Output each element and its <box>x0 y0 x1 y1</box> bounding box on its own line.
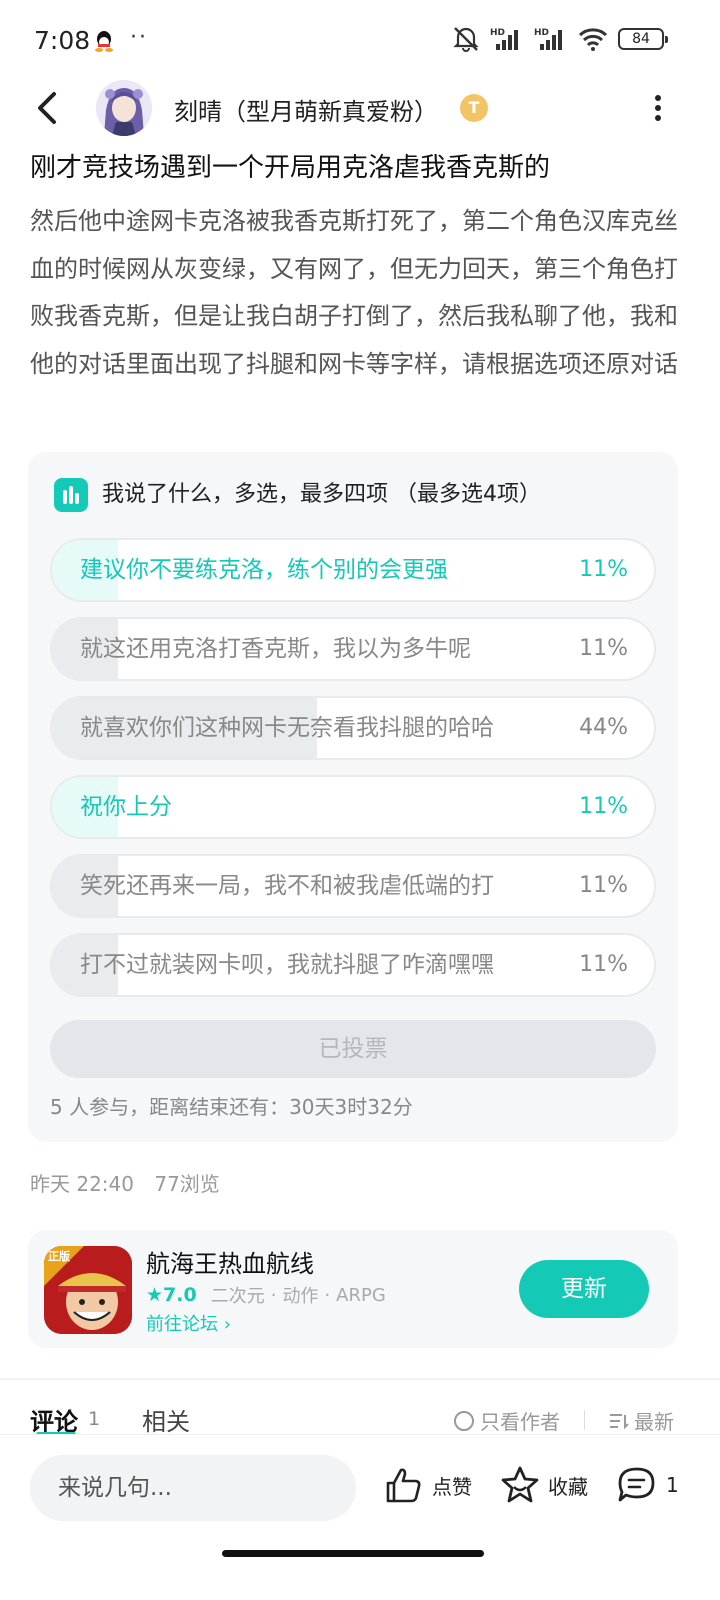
forum-link[interactable]: 前往论坛 › <box>146 1310 231 1336</box>
comment-icon <box>618 1467 655 1502</box>
like-button[interactable]: 点赞 <box>384 1465 472 1505</box>
comment-count-label: 1 <box>666 1473 679 1497</box>
app-tag: ARPG <box>336 1284 386 1306</box>
poll-option[interactable]: 打不过就装网卡呗，我就抖腿了咋滴嘿嘿 11% <box>50 933 656 997</box>
app-tag: 二次元 <box>210 1286 265 1307</box>
poll-option-label: 就这还用克洛打香克斯，我以为多牛呢 <box>80 636 471 662</box>
section-divider <box>0 1378 720 1380</box>
status-icons: HD HD 84 <box>452 26 668 52</box>
svg-text:HD: HD <box>490 28 505 38</box>
sort-icon <box>610 1413 629 1429</box>
author-avatar[interactable] <box>96 80 152 136</box>
poll-option-percent: 11% <box>579 794 628 819</box>
poll-option[interactable]: 就这还用克洛打香克斯，我以为多牛呢 11% <box>50 617 656 681</box>
poll-footer: 5 人参与，距离结束还有：30天3时32分 <box>50 1095 413 1119</box>
app-icon-image: 正版 <box>44 1246 132 1334</box>
poll-limit-note: （最多选4项） <box>395 482 542 507</box>
tag-separator: · <box>324 1284 331 1306</box>
poll-option[interactable]: 就喜欢你们这种网卡无奈看我抖腿的哈哈 44% <box>50 696 656 760</box>
author-name[interactable]: 刻晴（型月萌新真爱粉） <box>174 92 438 127</box>
app-icon-badge-text: 正版 <box>48 1249 70 1263</box>
mute-bell-icon <box>453 27 479 52</box>
star-icon <box>501 1466 539 1503</box>
comment-input[interactable] <box>30 1455 356 1521</box>
poll-option[interactable]: 笑死还再来一局，我不和被我虐低端的打 11% <box>50 854 656 918</box>
favorite-button[interactable]: 收藏 <box>500 1465 588 1505</box>
poll-option-label: 就喜欢你们这种网卡无奈看我抖腿的哈哈 <box>80 715 494 741</box>
poll-option[interactable]: 祝你上分 11% <box>50 775 656 839</box>
app-card[interactable]: 正版 航海王热血航线 ★7.0 二次元 · 动作 · ARPG 前往论坛 › 更… <box>28 1230 678 1348</box>
poll-option-label: 建议你不要练克洛，练个别的会更强 <box>80 557 448 583</box>
status-time: 7:08 <box>34 26 91 55</box>
post-date: 昨天 22:40 <box>30 1172 134 1196</box>
author-only-toggle[interactable]: 只看作者 <box>454 1406 560 1435</box>
tag-separator: · <box>270 1284 277 1306</box>
sort-divider <box>584 1410 585 1430</box>
favorite-label: 收藏 <box>548 1474 588 1499</box>
update-button[interactable]: 更新 <box>519 1260 649 1318</box>
author-only-label: 只看作者 <box>480 1410 560 1434</box>
poll-option-percent: 11% <box>579 557 628 582</box>
poll-chart-icon <box>54 478 88 512</box>
poll-question: 我说了什么，多选，最多四项 <box>102 482 389 507</box>
thumbs-up-icon <box>386 1468 421 1503</box>
poll-option-percent: 44% <box>579 715 628 740</box>
post-meta: 昨天 22:40 77浏览 <box>30 1168 234 1197</box>
app-icon[interactable]: 正版 <box>44 1246 132 1334</box>
app-tag: 动作 <box>282 1286 319 1307</box>
post-body: 然后他中途网卡克洛被我香克斯打死了，第二个角色汉库克丝血的时候网从灰变绿，又有网… <box>30 207 678 378</box>
battery-icon: 84 <box>618 28 668 50</box>
post-title: 刚才竞技场遇到一个开局用克洛虐我香克斯的 <box>30 153 551 183</box>
poll-title: 我说了什么，多选，最多四项 （最多选4项） <box>102 478 541 512</box>
app-rating: ★7.0 <box>146 1284 197 1306</box>
sort-latest-label: 最新 <box>634 1410 674 1434</box>
poll-option-percent: 11% <box>579 952 628 977</box>
svg-text:HD: HD <box>534 28 549 38</box>
radio-icon <box>454 1410 474 1431</box>
signal-icon-2: HD <box>534 28 562 50</box>
comment-button[interactable]: 1 <box>616 1465 679 1505</box>
signal-icon: HD <box>490 28 518 50</box>
bottom-action-bar: 点赞 收藏 1 <box>0 1434 720 1600</box>
post-header: 刻晴（型月萌新真爱粉） T <box>0 80 720 140</box>
poll-option-percent: 11% <box>579 636 628 661</box>
like-label: 点赞 <box>432 1474 472 1499</box>
avatar-image <box>96 80 152 136</box>
voted-button[interactable]: 已投票 <box>50 1020 656 1078</box>
poll-option-label: 打不过就装网卡呗，我就抖腿了咋滴嘿嘿 <box>80 952 494 978</box>
wifi-icon <box>578 28 608 51</box>
app-meta: ★7.0 二次元 · 动作 · ARPG <box>146 1282 386 1308</box>
comment-tabs: 评论 1 相关 只看作者 最新 <box>0 1396 720 1437</box>
level-badge: T <box>460 94 488 122</box>
poll-card: 我说了什么，多选，最多四项 （最多选4项） 建议你不要练克洛，练个别的会更强 11… <box>28 452 678 1142</box>
status-bar: 7:08 ·· HD HD 84 <box>0 0 720 80</box>
more-options-icon[interactable] <box>650 90 666 126</box>
app-name[interactable]: 航海王热血航线 <box>146 1244 314 1279</box>
comment-count: 1 <box>88 1408 101 1430</box>
post-views: 77浏览 <box>154 1172 220 1196</box>
qq-icon <box>95 31 113 52</box>
poll-option-label: 笑死还再来一局，我不和被我虐低端的打 <box>80 873 494 899</box>
notification-dots: ·· <box>130 25 148 50</box>
poll-option-percent: 11% <box>579 873 628 898</box>
poll-option-label: 祝你上分 <box>80 794 172 820</box>
home-indicator[interactable] <box>222 1550 484 1557</box>
sort-latest-toggle[interactable]: 最新 <box>608 1406 674 1435</box>
tab-related[interactable]: 相关 <box>142 1402 190 1437</box>
back-button[interactable] <box>30 86 66 130</box>
poll-option[interactable]: 建议你不要练克洛，练个别的会更强 11% <box>50 538 656 602</box>
